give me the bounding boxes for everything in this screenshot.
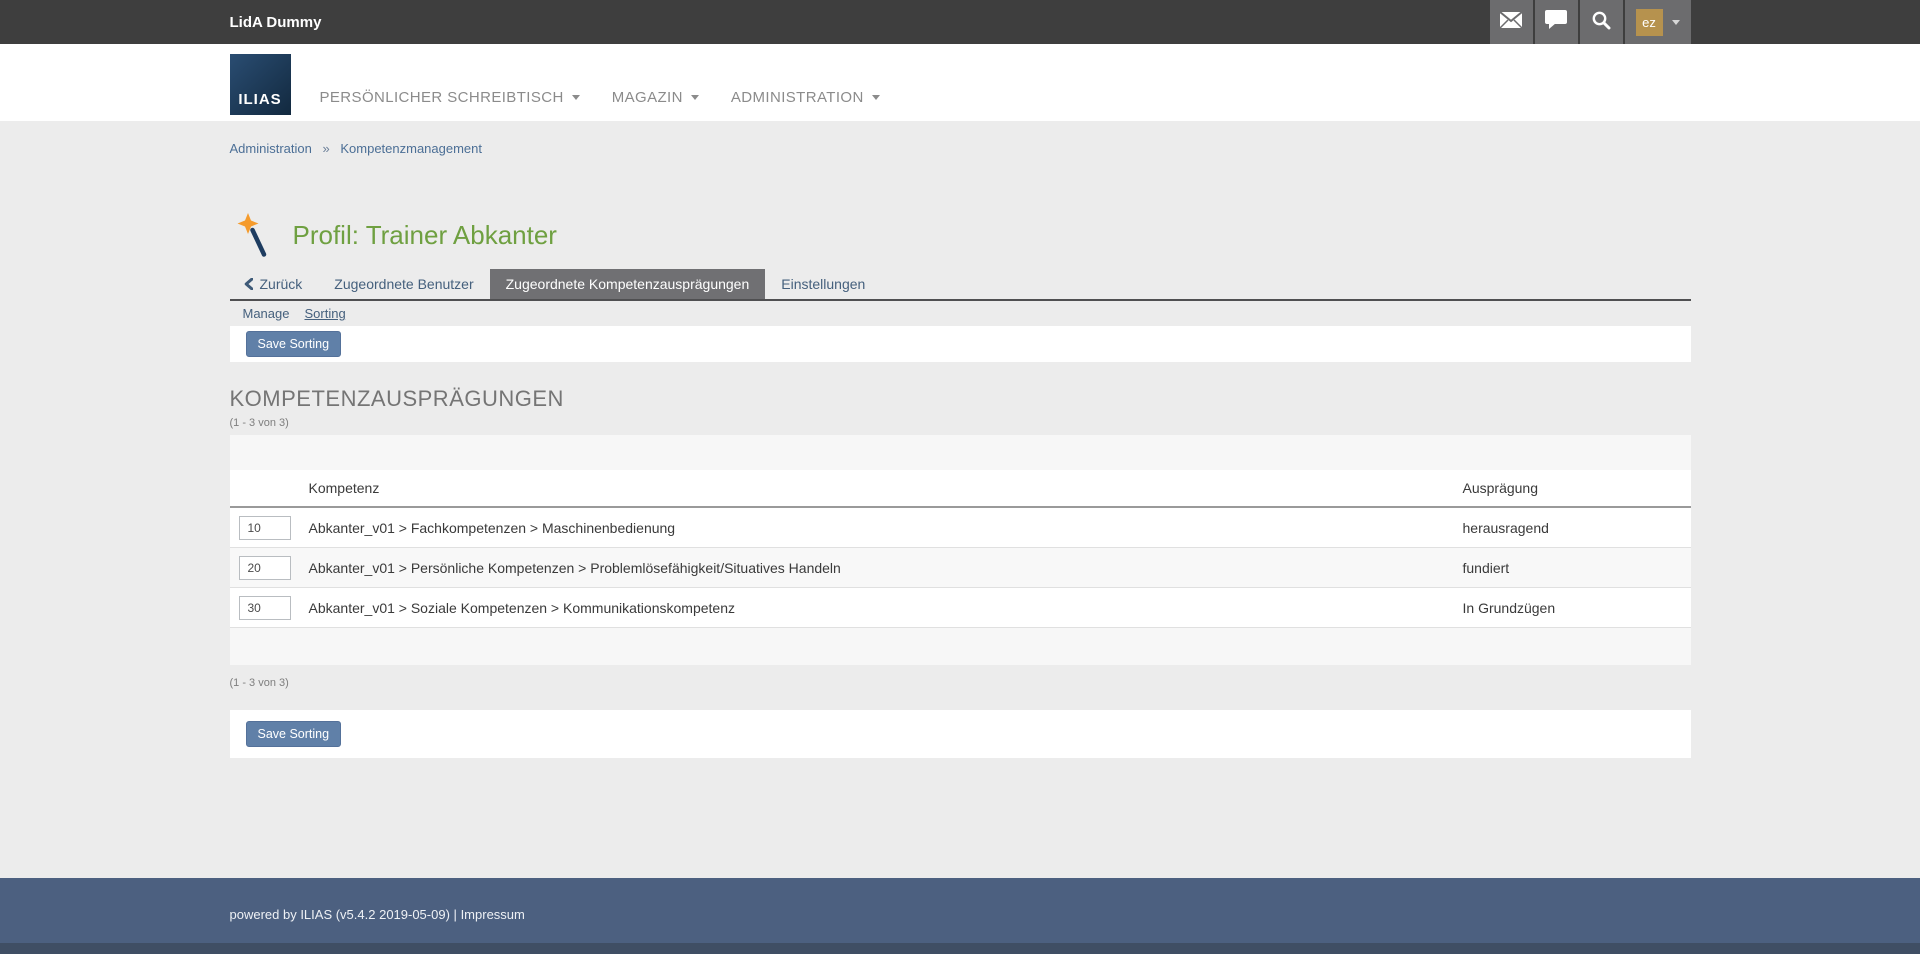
footer-text: powered by ILIAS (v5.4.2 2019-05-09)	[230, 907, 450, 922]
save-sorting-button-bottom[interactable]: Save Sorting	[246, 721, 342, 747]
column-header-auspraegung: Ausprägung	[1463, 480, 1691, 496]
breadcrumb-administration[interactable]: Administration	[230, 141, 312, 156]
tab-bar: Zurück Zugeordnete Benutzer Zugeordnete …	[230, 269, 1691, 301]
main-menu: PERSÖNLICHER SCHREIBTISCH MAGAZIN ADMINI…	[320, 89, 880, 121]
avatar: ez	[1636, 9, 1663, 36]
breadcrumb-kompetenzmanagement[interactable]: Kompetenzmanagement	[340, 141, 482, 156]
subtab-manage[interactable]: Manage	[243, 306, 290, 322]
order-input[interactable]	[239, 556, 291, 580]
app-title: LidA Dummy	[230, 14, 322, 31]
breadcrumb: Administration » Kompetenzmanagement	[230, 142, 1691, 156]
chat-icon	[1545, 10, 1567, 34]
auspraegung-cell: fundiert	[1463, 560, 1691, 576]
user-menu[interactable]: ez	[1625, 0, 1691, 44]
table-top-band	[230, 435, 1691, 470]
subtab-bar: Manage Sorting	[230, 301, 1691, 326]
page-title: Profil: Trainer Abkanter	[293, 220, 557, 251]
breadcrumb-separator: »	[323, 141, 330, 156]
topbar: LidA Dummy	[0, 0, 1920, 44]
tab-einstellungen[interactable]: Einstellungen	[765, 269, 881, 299]
chat-button[interactable]	[1535, 0, 1578, 44]
chevron-left-icon	[244, 278, 253, 290]
result-count-bottom: (1 - 3 von 3)	[230, 677, 1691, 690]
chevron-down-icon	[572, 95, 580, 104]
order-input[interactable]	[239, 516, 291, 540]
footer: powered by ILIAS (v5.4.2 2019-05-09) | I…	[0, 878, 1920, 943]
menu-personal-desktop[interactable]: PERSÖNLICHER SCHREIBTISCH	[320, 89, 580, 106]
table-row: Abkanter_v01 > Fachkompetenzen > Maschin…	[230, 508, 1691, 548]
auspraegung-cell: herausragend	[1463, 520, 1691, 536]
tab-zugeordnete-kompetenzauspraegungen[interactable]: Zugeordnete Kompetenzausprägungen	[490, 269, 766, 299]
table-bottom-band	[230, 628, 1691, 665]
tab-zugeordnete-benutzer[interactable]: Zugeordnete Benutzer	[318, 269, 489, 299]
auspraegung-cell: In Grundzügen	[1463, 600, 1691, 616]
kompetenz-cell: Abkanter_v01 > Fachkompetenzen > Maschin…	[309, 520, 1463, 536]
ilias-logo[interactable]: ILIAS	[230, 54, 291, 115]
column-header-kompetenz: Kompetenz	[309, 480, 1463, 496]
page-header: Profil: Trainer Abkanter	[230, 213, 1691, 257]
table-header-row: Kompetenz Ausprägung	[230, 470, 1691, 508]
magic-wand-icon	[237, 213, 269, 258]
mail-icon	[1500, 12, 1522, 33]
topbar-icon-strip: ez	[1488, 0, 1691, 44]
section-heading: KOMPETENZAUSPRÄGUNGEN	[230, 386, 1691, 412]
menu-magazin[interactable]: MAGAZIN	[612, 89, 699, 106]
table-row: Abkanter_v01 > Soziale Kompetenzen > Kom…	[230, 588, 1691, 628]
search-button[interactable]	[1580, 0, 1623, 44]
order-input[interactable]	[239, 596, 291, 620]
subtab-sorting[interactable]: Sorting	[304, 306, 345, 322]
chevron-down-icon	[691, 95, 699, 104]
table-row: Abkanter_v01 > Persönliche Kompetenzen >…	[230, 548, 1691, 588]
kompetenz-cell: Abkanter_v01 > Persönliche Kompetenzen >…	[309, 560, 1463, 576]
toolbar-top: Save Sorting	[230, 326, 1691, 362]
footer-separator: |	[454, 907, 457, 922]
search-icon	[1591, 10, 1611, 35]
impressum-link[interactable]: Impressum	[461, 907, 525, 922]
footer-bottom-strip	[0, 943, 1920, 954]
main-navigation: ILIAS PERSÖNLICHER SCHREIBTISCH MAGAZIN …	[0, 44, 1920, 121]
kompetenz-table: Kompetenz Ausprägung Abkanter_v01 > Fach…	[230, 435, 1691, 665]
menu-administration[interactable]: ADMINISTRATION	[731, 89, 880, 106]
result-count-top: (1 - 3 von 3)	[230, 417, 1691, 430]
chevron-down-icon	[1672, 20, 1680, 29]
kompetenz-cell: Abkanter_v01 > Soziale Kompetenzen > Kom…	[309, 600, 1463, 616]
content-area: Administration » Kompetenzmanagement Pro…	[0, 121, 1920, 878]
toolbar-bottom: Save Sorting	[230, 710, 1691, 758]
save-sorting-button-top[interactable]: Save Sorting	[246, 331, 342, 357]
tab-back[interactable]: Zurück	[230, 269, 319, 299]
mail-button[interactable]	[1490, 0, 1533, 44]
chevron-down-icon	[872, 95, 880, 104]
